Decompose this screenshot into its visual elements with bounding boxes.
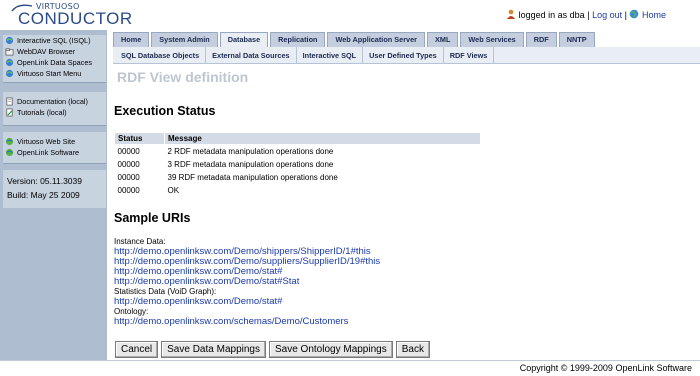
tab-replication[interactable]: Replication [270, 32, 326, 47]
subtab-sql-database-objects[interactable]: SQL Database Objects [115, 47, 207, 63]
action-buttons: Cancel Save Data Mappings Save Ontology … [115, 341, 433, 358]
instance-uri-link[interactable]: http://demo.openlinksw.com/Demo/stat#Sta… [114, 277, 380, 287]
pencil-icon [6, 108, 13, 117]
sample-uris: Instance Data: http://demo.openlinksw.co… [114, 237, 380, 327]
sidebar-item-label: WebDAV Browser [17, 47, 76, 56]
column-header-status: Status [114, 132, 165, 145]
sidebar-item-documentation[interactable]: Documentation (local) [3, 96, 106, 107]
main-tabs: Home System Admin Database Replication W… [113, 32, 597, 47]
build-text: Build: May 25 2009 [7, 190, 80, 200]
table-row: 00000 3 RDF metadata manipulation operat… [115, 158, 481, 171]
version-text: Version: 05.11.3039 [7, 176, 82, 186]
status-cell: 00000 [117, 146, 140, 156]
home-link[interactable]: Home [642, 10, 666, 20]
sample-uris-heading: Sample URIs [114, 211, 191, 225]
cancel-button[interactable]: Cancel [115, 341, 159, 358]
table-header-row: Status Message [114, 132, 481, 145]
sidebar-group-web: Virtuoso Web Site OpenLink Software [3, 132, 106, 164]
tab-system-admin[interactable]: System Admin [151, 32, 218, 47]
sidebar-item-tutorials[interactable]: Tutorials (local) [3, 107, 106, 118]
subtab-user-defined-types[interactable]: User Defined Types [363, 47, 444, 63]
table-row: 00000 OK [115, 184, 481, 197]
save-ontology-mappings-button[interactable]: Save Ontology Mappings [268, 341, 393, 358]
statistics-uri-link[interactable]: http://demo.openlinksw.com/Demo/stat# [114, 297, 380, 307]
globe-icon [5, 148, 14, 157]
sidebar-item-openlink[interactable]: OpenLink Software [3, 147, 106, 158]
message-cell: OK [167, 185, 180, 195]
subtab-interactive-sql[interactable]: Interactive SQL [297, 47, 364, 63]
logo-big-text: CONDUCTOR [18, 9, 133, 28]
tab-nntp[interactable]: NNTP [558, 32, 595, 47]
home-globe-icon [630, 9, 639, 19]
sidebar-item-label: Virtuoso Web Site [17, 137, 76, 146]
subtab-rdf-views[interactable]: RDF Views [444, 47, 495, 63]
sidebar: Interactive SQL (ISQL) WebDAV Browser Op… [0, 30, 107, 360]
globe-icon [5, 69, 14, 78]
globe-icon [5, 137, 14, 146]
table-row: 00000 2 RDF metadata manipulation operat… [115, 145, 481, 158]
sidebar-group-tools: Interactive SQL (ISQL) WebDAV Browser Op… [3, 35, 106, 83]
page-title: RDF View definition [117, 69, 249, 85]
message-cell: 39 RDF metadata manipulation operations … [167, 172, 338, 182]
header: VIRTUOSO CONDUCTOR logged in as dba | Lo… [0, 0, 700, 30]
message-cell: 3 RDF metadata manipulation operations d… [167, 159, 334, 169]
sidebar-item-label: Documentation (local) [17, 97, 88, 106]
sidebar-item-ods[interactable]: OpenLink Data Spaces [3, 57, 106, 68]
message-cell: 2 RDF metadata manipulation operations d… [167, 146, 334, 156]
sidebar-item-label: Interactive SQL (ISQL) [17, 36, 91, 45]
status-cell: 00000 [117, 172, 140, 182]
sub-tabs: SQL Database Objects External Data Sourc… [113, 47, 700, 64]
sidebar-item-webdav[interactable]: WebDAV Browser [3, 46, 106, 57]
tab-xml[interactable]: XML [427, 32, 459, 47]
sidebar-item-isql[interactable]: Interactive SQL (ISQL) [3, 35, 106, 46]
status-cell: 00000 [117, 159, 140, 169]
user-icon [507, 9, 516, 19]
tab-rdf[interactable]: RDF [525, 32, 557, 47]
sidebar-item-label: Tutorials (local) [17, 108, 67, 117]
ontology-uri-link[interactable]: http://demo.openlinksw.com/schemas/Demo/… [114, 317, 380, 327]
logged-in-text: logged in as dba [518, 10, 585, 20]
sidebar-item-label: OpenLink Data Spaces [17, 58, 93, 67]
virtuoso-conductor-logo[interactable]: VIRTUOSO CONDUCTOR [8, 2, 138, 28]
user-bar: logged in as dba | Log out | Home [506, 9, 666, 20]
folder-icon [5, 48, 14, 56]
globe-icon [5, 36, 14, 45]
document-icon [6, 97, 13, 106]
status-cell: 00000 [117, 185, 140, 195]
sidebar-item-start-menu[interactable]: Virtuoso Start Menu [3, 68, 106, 79]
column-header-message: Message [164, 132, 481, 145]
logout-link[interactable]: Log out [592, 10, 622, 20]
sidebar-group-docs: Documentation (local) Tutorials (local) [3, 92, 106, 126]
sidebar-item-virtuoso-site[interactable]: Virtuoso Web Site [3, 136, 106, 147]
copyright-text: Copyright © 1999-2009 OpenLink Software [519, 363, 692, 373]
table-row: 00000 39 RDF metadata manipulation opera… [115, 171, 481, 184]
sidebar-item-label: Virtuoso Start Menu [17, 69, 82, 78]
save-data-mappings-button[interactable]: Save Data Mappings [161, 341, 266, 358]
tab-home[interactable]: Home [113, 32, 150, 47]
execution-status-heading: Execution Status [114, 104, 216, 118]
sidebar-item-label: OpenLink Software [17, 148, 80, 157]
version-box: Version: 05.11.3039 Build: May 25 2009 [3, 170, 106, 208]
tab-web-application-server[interactable]: Web Application Server [327, 32, 425, 47]
status-table: Status Message 00000 2 RDF metadata mani… [114, 132, 481, 197]
subtab-external-data-sources[interactable]: External Data Sources [206, 47, 297, 63]
footer: Copyright © 1999-2009 OpenLink Software [0, 360, 700, 376]
tab-web-services[interactable]: Web Services [460, 32, 524, 47]
back-button[interactable]: Back [395, 341, 430, 358]
globe-icon [5, 58, 14, 67]
tab-database[interactable]: Database [219, 32, 269, 47]
